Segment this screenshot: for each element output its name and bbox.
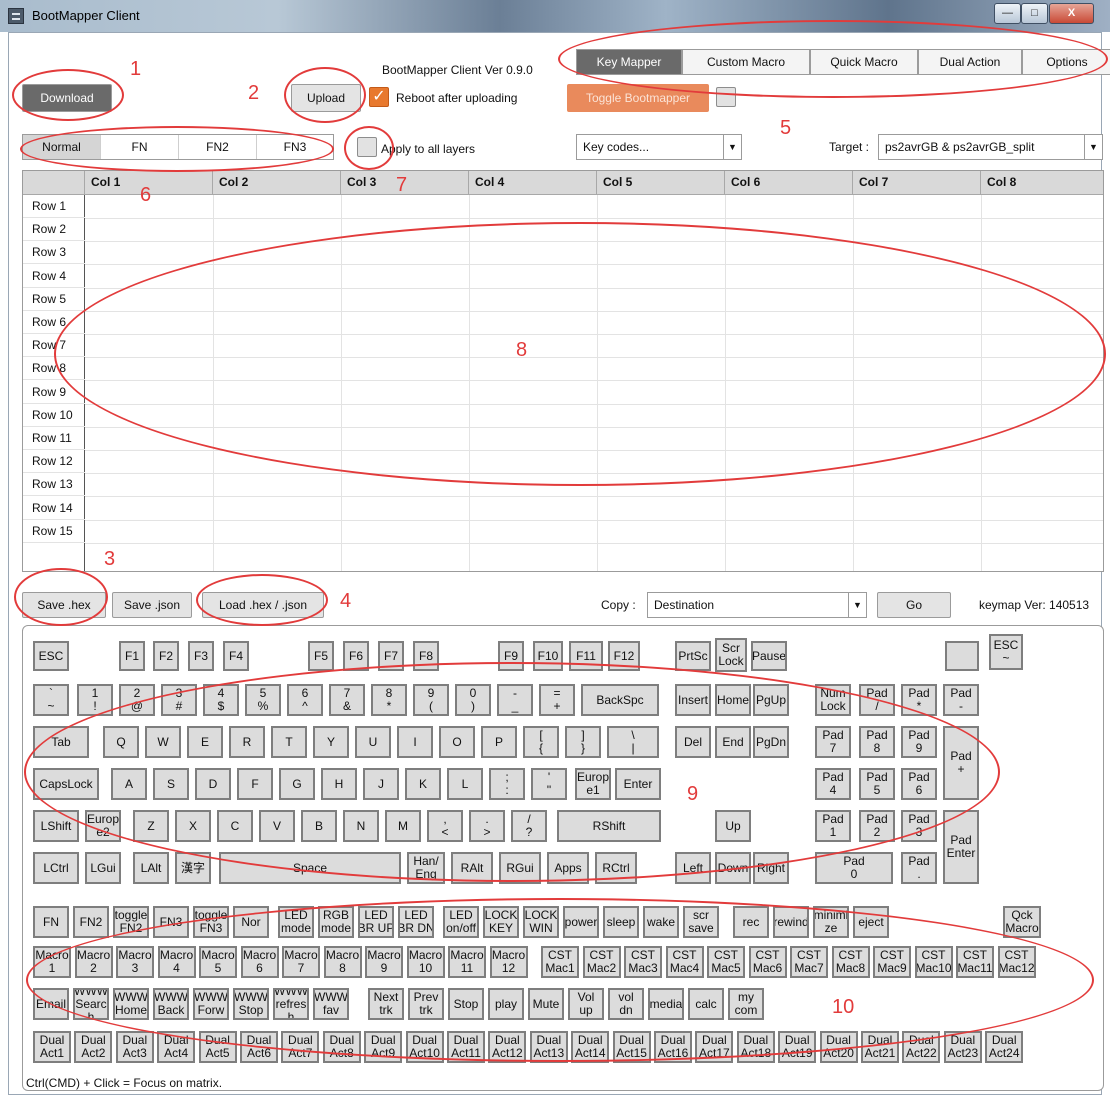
row-header: Row 3 bbox=[23, 241, 85, 265]
column-header: Col 5 bbox=[597, 171, 725, 195]
column-header: Col 4 bbox=[469, 171, 597, 195]
keyboard-key[interactable]: Dual Act1 bbox=[33, 1031, 71, 1063]
row-header: Row 13 bbox=[23, 473, 85, 497]
column-header: Col 8 bbox=[981, 171, 1103, 195]
keyboard-key[interactable]: F1 bbox=[119, 641, 145, 671]
chevron-down-icon: ▼ bbox=[848, 593, 866, 617]
row-header: Row 5 bbox=[23, 288, 85, 311]
row-header: Row 12 bbox=[23, 450, 85, 474]
grid-line bbox=[85, 542, 1103, 544]
keyboard-key[interactable]: PrtSc bbox=[675, 641, 711, 671]
keyboard-key[interactable]: F4 bbox=[223, 641, 249, 671]
grid-line bbox=[85, 519, 1103, 521]
keyboard-hint: Ctrl(CMD) + Click = Focus on matrix. bbox=[26, 1076, 223, 1090]
annotation-number-7: 7 bbox=[396, 174, 408, 196]
window-title: BootMapper Client bbox=[32, 8, 140, 23]
annotation-number-5: 5 bbox=[780, 117, 792, 139]
column-header: Col 6 bbox=[725, 171, 853, 195]
annotation-number-8: 8 bbox=[516, 339, 528, 361]
keyboard-key[interactable]: FN bbox=[33, 906, 69, 938]
row-header: Row 4 bbox=[23, 265, 85, 288]
copy-destination-value: Destination bbox=[654, 598, 715, 612]
annotation-number-10: 10 bbox=[832, 996, 855, 1018]
keyboard-key[interactable]: Scr Lock bbox=[715, 638, 747, 672]
app-icon bbox=[8, 8, 24, 24]
close-button[interactable]: X bbox=[1049, 3, 1094, 24]
annotation-ellipse-2 bbox=[284, 67, 366, 123]
keyboard-key[interactable]: Dual Act3 bbox=[115, 1031, 154, 1063]
keyboard-key[interactable]: F5 bbox=[308, 641, 334, 671]
keymap-version: keymap Ver: 140513 bbox=[979, 598, 1090, 612]
annotation-ellipse-5 bbox=[558, 20, 1108, 98]
keyboard-key[interactable]: LAlt bbox=[133, 852, 169, 884]
keyboard-key[interactable]: Qck Macro bbox=[1003, 906, 1041, 938]
target-value: ps2avrGB & ps2avrGB_split bbox=[885, 140, 1035, 154]
minimize-button[interactable]: — bbox=[994, 3, 1021, 24]
annotation-number-1: 1 bbox=[130, 58, 142, 80]
save-json-button[interactable]: Save .json bbox=[112, 592, 192, 618]
keyboard-key[interactable]: LCtrl bbox=[33, 852, 79, 884]
version-label: BootMapper Client Ver 0.9.0 bbox=[382, 63, 533, 77]
keyboard-key[interactable]: Pause bbox=[751, 641, 787, 671]
annotation-ellipse-7 bbox=[344, 126, 394, 170]
apply-all-layers-label: Apply to all layers bbox=[381, 142, 476, 156]
row-header: Row 10 bbox=[23, 404, 85, 427]
annotation-ellipse-1 bbox=[12, 69, 124, 121]
go-button[interactable]: Go bbox=[877, 592, 951, 618]
maximize-button[interactable]: □ bbox=[1021, 3, 1048, 24]
keycodes-select[interactable]: Key codes... ▼ bbox=[576, 134, 742, 160]
keyboard-key[interactable]: LGui bbox=[85, 852, 121, 884]
annotation-ellipse-8 bbox=[54, 222, 1106, 486]
annotation-number-4: 4 bbox=[340, 590, 352, 612]
row-header: Row 1 bbox=[23, 195, 85, 218]
row-header: Row 11 bbox=[23, 427, 85, 450]
keyboard-key[interactable]: Dual Act2 bbox=[74, 1031, 113, 1063]
row-header: Row 14 bbox=[23, 497, 85, 520]
row-header: Row 2 bbox=[23, 218, 85, 242]
keyboard-key[interactable]: F2 bbox=[153, 641, 179, 671]
keyboard-key[interactable]: FN2 bbox=[73, 906, 109, 938]
target-select[interactable]: ps2avrGB & ps2avrGB_split ▼ bbox=[878, 134, 1103, 160]
annotation-ellipse-6 bbox=[20, 126, 334, 172]
reboot-label: Reboot after uploading bbox=[396, 91, 518, 105]
keycodes-value: Key codes... bbox=[583, 140, 650, 154]
target-label: Target : bbox=[829, 140, 870, 154]
annotation-ellipse-3 bbox=[14, 568, 108, 626]
annotation-ellipse-9 bbox=[24, 662, 1000, 882]
annotation-ellipse-4 bbox=[196, 574, 328, 626]
grid-line bbox=[85, 496, 1103, 498]
keyboard-key[interactable]: ESC ~ bbox=[989, 634, 1023, 670]
keyboard-key[interactable]: Dual Act24 bbox=[985, 1031, 1024, 1063]
annotation-number-9: 9 bbox=[687, 783, 699, 805]
row-header: Row 15 bbox=[23, 520, 85, 543]
column-header: Col 7 bbox=[853, 171, 981, 195]
annotation-number-6: 6 bbox=[140, 184, 152, 206]
annotation-ellipse-10 bbox=[26, 898, 1094, 1062]
chevron-down-icon: ▼ bbox=[1084, 135, 1102, 159]
copy-destination-select[interactable]: Destination ▼ bbox=[647, 592, 867, 618]
keyboard-key[interactable]: F3 bbox=[188, 641, 214, 671]
matrix-corner-header bbox=[23, 171, 85, 195]
keyboard-key[interactable]: Pad 0 bbox=[815, 852, 893, 884]
app-window: BootMapper Client — □ X BootMapper Clien… bbox=[0, 0, 1110, 1100]
reboot-checkbox[interactable]: ✓ bbox=[369, 87, 389, 107]
column-header: Col 2 bbox=[213, 171, 341, 195]
keyboard-key[interactable]: Pad - bbox=[943, 684, 979, 716]
keyboard-key[interactable]: ` ~ bbox=[33, 684, 69, 716]
keyboard-key[interactable]: ESC bbox=[33, 641, 69, 671]
keyboard-key[interactable] bbox=[945, 641, 979, 671]
annotation-number-3: 3 bbox=[104, 548, 116, 570]
annotation-number-2: 2 bbox=[248, 82, 260, 104]
grid-line bbox=[85, 218, 1103, 219]
chevron-down-icon: ▼ bbox=[723, 135, 741, 159]
keyboard-key[interactable]: Pad . bbox=[901, 852, 937, 884]
copy-label: Copy : bbox=[601, 598, 636, 612]
